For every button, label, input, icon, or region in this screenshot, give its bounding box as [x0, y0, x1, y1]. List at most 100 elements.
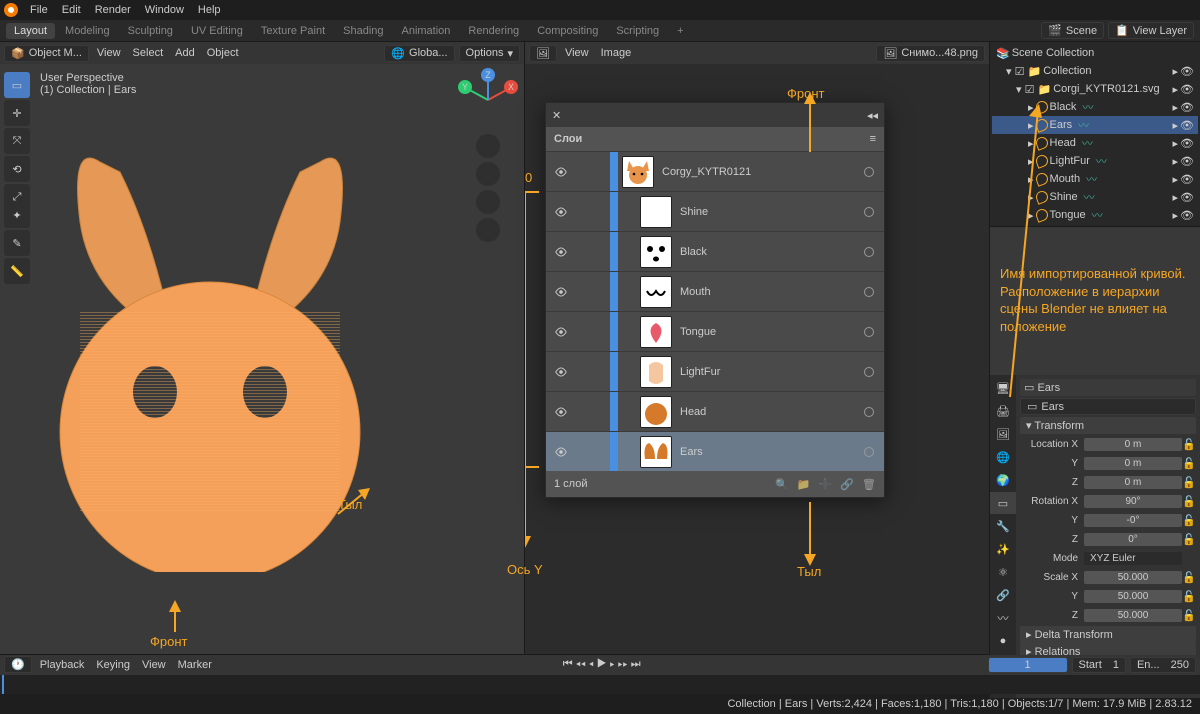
props-tab-material[interactable]: ●	[990, 630, 1016, 652]
tab-sculpting[interactable]: Sculpting	[120, 23, 181, 39]
restrict-select-icon[interactable]: ▸	[1173, 191, 1179, 204]
layer-target-icon[interactable]	[854, 167, 884, 177]
outliner[interactable]: 📚 Scene Collection ▾ ☑ 📁 Collection▸👁 ▾ …	[990, 42, 1200, 227]
tab-add[interactable]: +	[669, 23, 691, 39]
tab-compositing[interactable]: Compositing	[529, 23, 606, 39]
mode-selector[interactable]: 📦 Object M...	[4, 45, 89, 62]
visibility-icon[interactable]	[546, 445, 576, 459]
tool-rotate[interactable]: ⟲	[4, 156, 30, 182]
restrict-visible-icon[interactable]: 👁	[1180, 155, 1194, 168]
visibility-icon[interactable]	[546, 245, 576, 259]
tab-modeling[interactable]: Modeling	[57, 23, 118, 39]
timeline-type[interactable]: 🕐	[4, 656, 32, 673]
layer-target-icon[interactable]	[854, 247, 884, 257]
menu-file[interactable]: File	[24, 2, 54, 18]
viewlayer-selector[interactable]: 📋 View Layer	[1108, 22, 1194, 39]
outliner-item[interactable]: ▸ Ears 〰▸👁	[992, 116, 1198, 134]
layer-target-icon[interactable]	[854, 327, 884, 337]
layer-target-icon[interactable]	[854, 207, 884, 217]
layers-menu-icon[interactable]: ≡	[870, 133, 876, 145]
outliner-collection[interactable]: ▾ ☑ 📁 Collection▸👁	[992, 62, 1198, 80]
visibility-icon[interactable]	[546, 405, 576, 419]
tab-rendering[interactable]: Rendering	[460, 23, 527, 39]
tool-select-box[interactable]: ▭	[4, 72, 30, 98]
tool-annotate[interactable]: ✎	[4, 230, 30, 256]
vp-menu-select[interactable]: Select	[129, 47, 168, 59]
outliner-item[interactable]: ▸ Black 〰▸👁	[992, 98, 1198, 116]
new-layer-icon[interactable]: ➕	[819, 478, 833, 491]
restrict-visible-icon[interactable]: 👁	[1180, 209, 1194, 222]
restrict-visible-icon[interactable]: 👁	[1180, 119, 1194, 132]
props-tab-modifiers[interactable]: 🔧	[990, 515, 1016, 537]
visibility-icon[interactable]	[546, 325, 576, 339]
outliner-item[interactable]: ▸ Tongue 〰▸👁	[992, 206, 1198, 224]
menu-window[interactable]: Window	[139, 2, 190, 18]
layer-row[interactable]: Tongue	[546, 311, 884, 351]
props-tab-object[interactable]: ▭	[990, 492, 1016, 514]
restrict-select-icon[interactable]: ▸	[1173, 155, 1179, 168]
nav-perspective[interactable]	[476, 218, 500, 242]
rotation-mode[interactable]: XYZ Euler	[1084, 552, 1182, 565]
props-tab-viewlayer[interactable]: 🖼	[990, 423, 1016, 445]
tl-menu-view[interactable]: View	[138, 659, 170, 671]
tab-scripting[interactable]: Scripting	[608, 23, 667, 39]
tab-texpaint[interactable]: Texture Paint	[253, 23, 333, 39]
close-icon[interactable]: ✕	[552, 109, 561, 122]
collapse-icon[interactable]: ◂◂	[867, 109, 878, 122]
outliner-svg[interactable]: ▾ ☑ 📁 Corgi_KYTR0121.svg▸👁	[992, 80, 1198, 98]
image-editor-type[interactable]: 🖼	[529, 45, 557, 62]
props-tab-constraints[interactable]: 🔗	[990, 584, 1016, 606]
scene-selector[interactable]: 🎬 Scene	[1041, 22, 1104, 39]
restrict-select-icon[interactable]: ▸	[1173, 65, 1179, 78]
layer-row[interactable]: Shine	[546, 191, 884, 231]
viewport-mesh-object[interactable]	[40, 132, 380, 572]
end-frame[interactable]: En... 250	[1130, 657, 1196, 673]
delta-transform-section[interactable]: ▸ Delta Transform	[1020, 626, 1196, 643]
outliner-item[interactable]: ▸ Mouth 〰▸👁	[992, 170, 1198, 188]
object-name-field[interactable]: ▭ Ears	[1020, 398, 1196, 415]
layer-row[interactable]: LightFur	[546, 351, 884, 391]
viewport-3d[interactable]: 📦 Object M... View Select Add Object 🌐 G…	[0, 42, 525, 654]
outliner-scene-collection[interactable]: 📚 Scene Collection	[992, 44, 1198, 62]
layer-row[interactable]: Mouth	[546, 271, 884, 311]
props-tab-particles[interactable]: ✨	[990, 538, 1016, 560]
props-tab-world[interactable]: 🌍	[990, 469, 1016, 491]
loc-y[interactable]: 0 m	[1084, 457, 1182, 470]
vp-menu-view[interactable]: View	[93, 47, 125, 59]
tab-shading[interactable]: Shading	[335, 23, 391, 39]
nav-camera[interactable]	[476, 190, 500, 214]
timeline-track[interactable]	[0, 675, 1200, 695]
menu-help[interactable]: Help	[192, 2, 227, 18]
tool-transform[interactable]: ✦	[4, 202, 30, 228]
tab-uvediting[interactable]: UV Editing	[183, 23, 251, 39]
link-icon[interactable]: 🔗	[840, 478, 854, 491]
visibility-icon[interactable]	[546, 165, 576, 179]
outliner-item[interactable]: ▸ Shine 〰▸👁	[992, 188, 1198, 206]
start-frame[interactable]: Start 1	[1072, 657, 1126, 673]
rot-y[interactable]: -0°	[1084, 514, 1182, 527]
current-frame[interactable]: 1	[988, 657, 1068, 673]
visibility-icon[interactable]	[546, 365, 576, 379]
vp-menu-add[interactable]: Add	[171, 47, 199, 59]
tl-menu-marker[interactable]: Marker	[174, 659, 216, 671]
search-icon[interactable]: 🔍	[775, 478, 789, 491]
viewport-options[interactable]: Options ▾	[459, 45, 520, 62]
layer-target-icon[interactable]	[854, 407, 884, 417]
tool-measure[interactable]: 📏	[4, 258, 30, 284]
restrict-select-icon[interactable]: ▸	[1173, 101, 1179, 114]
visibility-icon[interactable]	[546, 285, 576, 299]
lock-icon[interactable]: 🔓	[1182, 438, 1196, 451]
loc-z[interactable]: 0 m	[1084, 476, 1182, 489]
folder-icon[interactable]: 📁	[797, 478, 811, 491]
layer-row[interactable]: Head	[546, 391, 884, 431]
nav-zoom[interactable]	[476, 134, 500, 158]
rot-x[interactable]: 90°	[1084, 495, 1182, 508]
restrict-visible-icon[interactable]: 👁	[1180, 173, 1194, 186]
props-tab-data[interactable]: 〰	[990, 607, 1016, 629]
orientation-selector[interactable]: 🌐 Globa...	[384, 45, 454, 62]
restrict-visible-icon[interactable]: 👁	[1180, 101, 1194, 114]
menu-render[interactable]: Render	[89, 2, 137, 18]
outliner-item[interactable]: ▸ Head 〰▸👁	[992, 134, 1198, 152]
layer-target-icon[interactable]	[854, 287, 884, 297]
restrict-select-icon[interactable]: ▸	[1173, 209, 1179, 222]
